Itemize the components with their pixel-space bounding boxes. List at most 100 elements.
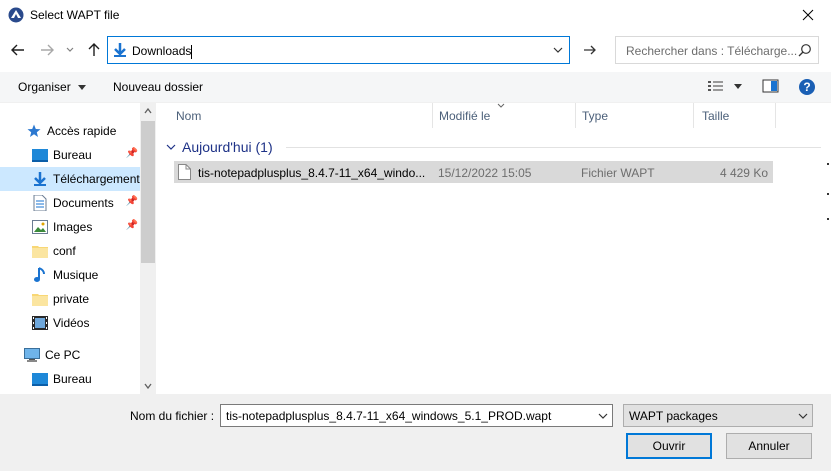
help-button[interactable]: ?	[798, 78, 816, 99]
chevron-down-icon	[166, 144, 176, 150]
sidebar-scrollbar[interactable]	[140, 103, 156, 394]
file-name: tis-notepadplusplus_8.4.7-11_x64_windo..…	[198, 166, 426, 180]
sidebar-item-label: conf	[53, 244, 76, 258]
command-toolbar: Organiser Nouveau dossier ?	[0, 72, 831, 103]
sidebar-item-label: Téléchargements	[53, 172, 140, 186]
new-folder-label: Nouveau dossier	[113, 80, 204, 94]
cancel-label: Annuler	[748, 439, 790, 453]
address-text: Downloads	[132, 44, 193, 59]
arrow-left-icon	[11, 44, 24, 56]
download-icon	[114, 43, 126, 57]
scrollbar-thumb[interactable]	[141, 121, 155, 263]
address-bar[interactable]: Downloads	[107, 36, 570, 64]
sidebar-item-label: Musique	[53, 268, 99, 282]
sidebar-item-label: Bureau	[53, 372, 92, 386]
search-input[interactable]: Rechercher dans : Télécharge...	[615, 36, 819, 64]
filename-value: tis-notepadplusplus_8.4.7-11_x64_windows…	[226, 409, 552, 423]
file-type: Fichier WAPT	[581, 166, 655, 180]
filename-label: Nom du fichier :	[130, 409, 215, 423]
column-label: Nom	[176, 109, 202, 123]
document-icon	[32, 195, 48, 211]
navigation-bar: Downloads Rechercher dans : Télécharge..…	[0, 30, 831, 72]
desktop-icon	[32, 371, 48, 387]
resize-grip-icon	[827, 163, 829, 220]
arrow-up-icon	[88, 43, 100, 56]
file-list: Nom Modifié le Type Taille Aujourd'hui (…	[156, 103, 831, 394]
preview-pane-button[interactable]	[762, 78, 780, 97]
desktop-icon	[32, 147, 48, 163]
file-icon	[178, 164, 191, 180]
file-type-value: WAPT packages	[629, 409, 718, 423]
column-header-name[interactable]: Nom	[170, 103, 433, 128]
group-divider	[286, 147, 821, 148]
column-label: Taille	[702, 109, 730, 123]
back-button[interactable]	[8, 40, 28, 60]
close-button[interactable]	[785, 0, 831, 30]
column-header-type[interactable]: Type	[576, 103, 694, 128]
sidebar-item-label: Images	[53, 220, 93, 234]
preview-pane-icon	[762, 79, 779, 93]
table-row[interactable]: tis-notepadplusplus_8.4.7-11_x64_windo..…	[174, 161, 773, 183]
arrow-right-icon	[41, 44, 54, 56]
column-label: Type	[582, 109, 609, 123]
pin-icon: 📌	[125, 220, 138, 231]
sidebar-item-private[interactable]: private	[0, 287, 140, 311]
sidebar-item-bureau[interactable]: Bureau 📌	[0, 143, 140, 167]
window-title: Select WAPT file	[30, 8, 120, 22]
up-button[interactable]	[84, 40, 104, 60]
details-view-icon	[708, 81, 723, 91]
sidebar-item-telechargements[interactable]: Téléchargements	[0, 167, 140, 191]
new-folder-button[interactable]: Nouveau dossier	[113, 80, 203, 94]
column-header-modified[interactable]: Modifié le	[433, 103, 576, 128]
title-bar: Select WAPT file	[0, 0, 831, 30]
address-dropdown-button[interactable]	[553, 41, 563, 62]
folder-icon	[32, 291, 48, 307]
column-label: Modifié le	[439, 109, 491, 123]
star-icon	[26, 123, 42, 139]
group-header-today[interactable]: Aujourd'hui (1)	[166, 139, 273, 155]
sidebar-item-this-pc[interactable]: Ce PC	[0, 343, 140, 367]
sidebar-item-label: Accès rapide	[47, 124, 117, 138]
sidebar-item-images[interactable]: Images 📌	[0, 215, 140, 239]
group-label: Aujourd'hui (1)	[182, 139, 273, 155]
image-icon	[32, 219, 48, 235]
chevron-down-icon[interactable]	[598, 408, 608, 424]
file-size: 4 429 Ko	[719, 166, 768, 180]
file-modified: 15/12/2022 15:05	[438, 166, 532, 180]
sidebar-item-conf[interactable]: conf	[0, 239, 140, 263]
caret-down-icon	[78, 85, 87, 90]
refresh-go-button[interactable]	[576, 36, 604, 64]
chevron-down-icon	[798, 413, 808, 419]
sidebar-item-videos[interactable]: Vidéos	[0, 311, 140, 335]
dialog-footer: Nom du fichier : tis-notepadplusplus_8.4…	[0, 394, 831, 471]
recent-locations-button[interactable]	[63, 40, 77, 60]
close-icon	[802, 9, 814, 21]
navigation-pane: Accès rapide Bureau 📌 Téléchargements Do…	[0, 103, 156, 394]
scroll-up-arrow-icon[interactable]	[140, 103, 156, 119]
sidebar-item-musique[interactable]: Musique	[0, 263, 140, 287]
column-header-size[interactable]: Taille	[696, 103, 776, 128]
view-options-button[interactable]	[707, 78, 743, 97]
sidebar-item-label: Documents	[53, 196, 114, 210]
open-button[interactable]: Ouvrir	[626, 433, 712, 459]
sidebar-item-label: Vidéos	[53, 316, 90, 330]
sidebar-item-pc-bureau[interactable]: Bureau	[0, 367, 140, 391]
cancel-button[interactable]: Annuler	[726, 433, 812, 459]
pin-icon: 📌	[125, 196, 138, 207]
folder-icon	[32, 243, 48, 259]
svg-text:?: ?	[803, 80, 810, 94]
filename-input[interactable]: tis-notepadplusplus_8.4.7-11_x64_windows…	[220, 404, 613, 427]
sidebar-item-label: Ce PC	[45, 348, 81, 362]
sidebar-item-quick-access[interactable]: Accès rapide	[0, 119, 140, 143]
organize-menu[interactable]: Organiser	[18, 80, 87, 94]
forward-button[interactable]	[37, 40, 57, 60]
chevron-down-icon	[66, 47, 74, 52]
sidebar-item-documents[interactable]: Documents 📌	[0, 191, 140, 215]
file-type-select[interactable]: WAPT packages	[623, 404, 813, 427]
wapt-logo-icon	[8, 7, 24, 23]
computer-icon	[24, 347, 40, 363]
arrow-right-icon	[584, 45, 596, 55]
scroll-down-arrow-icon[interactable]	[140, 378, 156, 394]
caret-down-icon	[734, 84, 743, 89]
organize-label: Organiser	[18, 80, 71, 94]
